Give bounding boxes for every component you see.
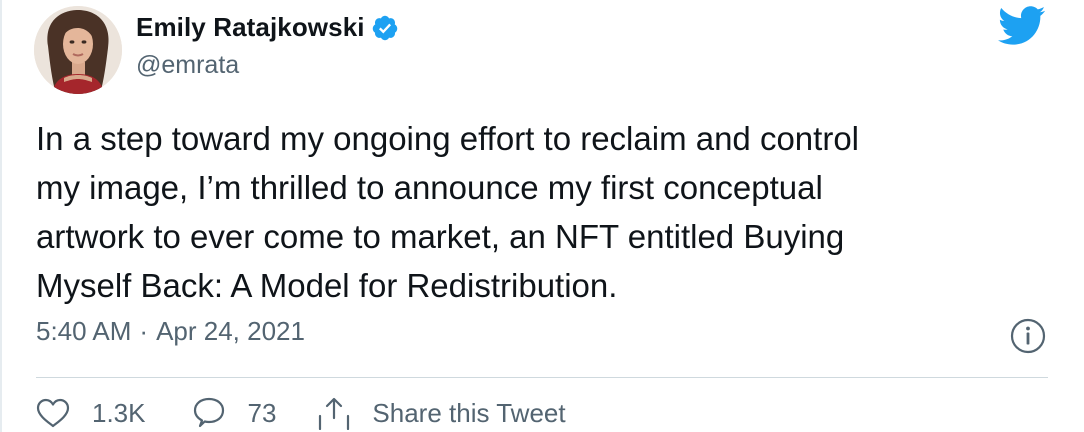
- share-button[interactable]: Share this Tweet: [314, 396, 566, 430]
- verified-badge-icon: [372, 15, 397, 40]
- avatar-image: [34, 6, 122, 94]
- user-handle[interactable]: @emrata: [136, 51, 399, 80]
- avatar[interactable]: [34, 6, 122, 94]
- tweet-date[interactable]: Apr 24, 2021: [156, 316, 305, 347]
- like-count: 1.3K: [92, 397, 146, 428]
- share-icon: [319, 397, 350, 430]
- divider: [36, 377, 1048, 378]
- tweet-timestamp[interactable]: 5:40 AM · Apr 24, 2021: [36, 316, 305, 347]
- like-button[interactable]: 1.3K: [36, 398, 146, 429]
- tweet-card: Emily Ratajkowski @emrata In a step towa…: [0, 0, 1084, 432]
- tweet-text: In a step toward my ongoing effort to re…: [36, 114, 1046, 310]
- meta-separator: ·: [139, 316, 149, 346]
- tweet-text-line: artwork to ever come to market, an NFT e…: [36, 218, 845, 255]
- tweet-header: Emily Ratajkowski @emrata: [34, 6, 399, 94]
- tweet-text-line: Myself Back: A Model for Redistribution.: [36, 267, 618, 304]
- twitter-bird-icon[interactable]: [998, 6, 1046, 46]
- tweet-text-line: In a step toward my ongoing effort to re…: [36, 120, 860, 157]
- tweet-time[interactable]: 5:40 AM: [36, 316, 131, 347]
- reply-button[interactable]: 73: [192, 396, 277, 430]
- user-info: Emily Ratajkowski @emrata: [136, 12, 399, 80]
- tweet-text-line: my image, I’m thrilled to announce my fi…: [36, 169, 823, 206]
- name-row: Emily Ratajkowski: [136, 12, 399, 43]
- heart-icon: [36, 398, 70, 428]
- info-icon[interactable]: [1010, 318, 1046, 354]
- tweet-actions: 1.3K 73 Share this Tweet: [36, 396, 566, 430]
- reply-count: 73: [247, 397, 277, 428]
- share-label: Share this Tweet: [372, 397, 566, 428]
- display-name[interactable]: Emily Ratajkowski: [136, 12, 365, 43]
- reply-icon: [193, 397, 224, 428]
